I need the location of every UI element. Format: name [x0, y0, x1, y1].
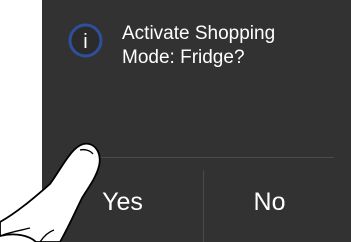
info-icon: i — [68, 23, 103, 58]
yes-button[interactable]: Yes — [42, 175, 203, 230]
dialog-message-line-2: Mode: Fridge? — [122, 47, 245, 68]
screen: i Activate Shopping Mode: Fridge? Yes No — [0, 0, 351, 242]
no-button[interactable]: No — [204, 175, 335, 230]
svg-text:i: i — [83, 31, 87, 53]
dialog-message: Activate Shopping Mode: Fridge? — [122, 22, 342, 70]
button-divider-horizontal — [89, 157, 334, 158]
dialog-message-line-1: Activate Shopping — [122, 23, 276, 44]
